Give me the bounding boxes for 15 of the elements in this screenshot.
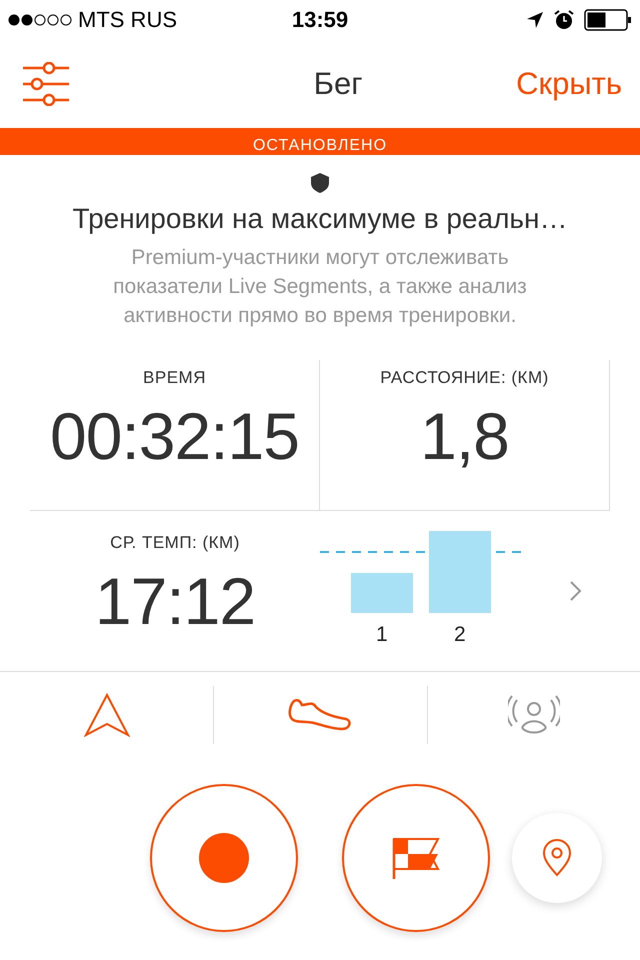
stat-value: 00:32:15 xyxy=(50,398,299,474)
split-label: 2 xyxy=(454,623,466,647)
hide-button[interactable]: Скрыть xyxy=(516,66,622,102)
status-banner: ОСТАНОВЛЕНО xyxy=(0,128,640,155)
promo-text: Premium-участники могут отслеживать показатели Live Segments, а также анализ активности прямо во время тренировки. xyxy=(112,245,528,329)
stat-label: РАССТОЯНИЕ: (КМ) xyxy=(380,368,549,388)
carrier-name: MTS RUS xyxy=(78,7,177,33)
split-label: 1 xyxy=(376,623,388,647)
screen-title: Бег xyxy=(312,66,364,102)
stat-label: ВРЕМЯ xyxy=(143,368,206,388)
stat-value: 1,8 xyxy=(420,398,509,474)
promo-title: Тренировки на максимуме в реальн… xyxy=(72,203,568,235)
stat-value: 17:12 xyxy=(94,563,256,639)
stat-label: СР. ТЕМП: (КМ) xyxy=(110,533,240,553)
clock-time: 13:59 xyxy=(292,7,348,33)
